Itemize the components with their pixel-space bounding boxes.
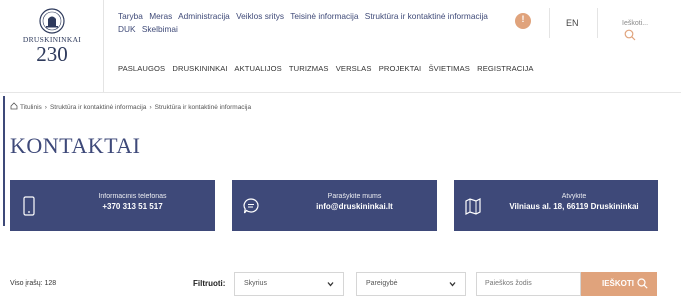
- card-label: Parašykite mums: [327, 193, 382, 200]
- breadcrumb-item[interactable]: Struktūra ir kontaktinė informacija: [50, 104, 146, 111]
- accent-bar: [3, 96, 5, 226]
- filter-label: Filtruoti:: [193, 279, 226, 288]
- top-nav-duk[interactable]: DUK: [118, 24, 136, 34]
- top-nav-veiklos-sritys[interactable]: Veiklos sritys: [236, 11, 284, 21]
- divider: [597, 8, 598, 38]
- search-button-label: IEŠKOTI: [602, 279, 635, 288]
- chevron-down-icon: [449, 282, 456, 287]
- header-bottom-border: [0, 92, 681, 93]
- logo-year: 230: [36, 42, 68, 66]
- main-nav: PASLAUGOS DRUSKININKAI AKTUALIJOS TURIZM…: [118, 64, 539, 73]
- language-switch[interactable]: EN: [566, 18, 579, 28]
- breadcrumb-separator: ›: [44, 104, 47, 111]
- top-nav-skelbimai[interactable]: Skelbimai: [142, 24, 178, 34]
- top-nav-administracija[interactable]: Administracija: [178, 11, 230, 21]
- main-nav-registracija[interactable]: REGISTRACIJA: [477, 64, 533, 73]
- department-select-value: Skyrius: [244, 280, 267, 287]
- card-value[interactable]: +370 313 51 517: [50, 202, 215, 211]
- header-search-label[interactable]: Ieškoti...: [622, 20, 648, 27]
- contact-card-address[interactable]: Atvykite Vilniaus al. 18, 66119 Druskini…: [454, 180, 658, 231]
- card-label: Atvykite: [561, 193, 587, 200]
- card-text: Parašykite mums info@druskininkai.lt: [232, 193, 437, 211]
- breadcrumb-home[interactable]: Titulinis: [20, 104, 42, 111]
- info-icon: !: [521, 14, 525, 24]
- main-nav-turizmas[interactable]: TURIZMAS: [289, 64, 329, 73]
- breadcrumb: Titulinis › Struktūra ir kontaktinė inform…: [10, 102, 251, 111]
- top-nav-teisine-informacija[interactable]: Teisinė informacija: [290, 11, 358, 21]
- page-title: KONTAKTAI: [10, 133, 141, 158]
- contact-card-phone[interactable]: Informacinis telefonas +370 313 51 517: [10, 180, 215, 231]
- department-select[interactable]: Skyrius: [234, 272, 344, 296]
- card-value[interactable]: Vilniaus al. 18, 66119 Druskininkai: [490, 202, 658, 211]
- position-select-value: Pareigybė: [366, 280, 398, 287]
- position-select[interactable]: Pareigybė: [356, 272, 466, 296]
- search-button[interactable]: IEŠKOTI: [581, 272, 657, 296]
- main-nav-druskininkai[interactable]: DRUSKININKAI: [172, 64, 227, 73]
- keyword-input[interactable]: Paieškos žodis: [476, 272, 581, 296]
- top-nav-meras[interactable]: Meras: [149, 11, 172, 21]
- emblem-icon: [39, 8, 65, 34]
- top-nav-taryba[interactable]: Taryba: [118, 11, 143, 21]
- search-icon: [637, 278, 648, 289]
- home-icon: [10, 102, 18, 110]
- site-logo[interactable]: DRUSKININKAI 230: [6, 8, 98, 74]
- total-count: Viso įrašų: 128: [10, 280, 57, 287]
- main-nav-verslas[interactable]: VERSLAS: [336, 64, 372, 73]
- search-icon[interactable]: [624, 29, 636, 41]
- card-label: Informacinis telefonas: [98, 193, 167, 200]
- card-value[interactable]: info@druskininkai.lt: [272, 202, 437, 211]
- filter-bar: Viso įrašų: 128 Filtruoti: Skyrius Parei…: [0, 272, 681, 296]
- top-nav: Taryba Meras Administracija Veiklos srit…: [118, 10, 498, 36]
- main-nav-svietimas[interactable]: ŠVIETIMAS: [428, 64, 469, 73]
- header-divider: [103, 0, 104, 92]
- breadcrumb-current: Struktūra ir kontaktinė informacija: [154, 104, 252, 111]
- top-nav-struktura[interactable]: Struktūra ir kontaktinė informacija: [365, 11, 488, 21]
- info-button[interactable]: !: [515, 13, 531, 29]
- divider: [549, 8, 550, 38]
- card-text: Atvykite Vilniaus al. 18, 66119 Druskini…: [454, 193, 658, 211]
- card-text: Informacinis telefonas +370 313 51 517: [10, 193, 215, 211]
- contact-card-email[interactable]: Parašykite mums info@druskininkai.lt: [232, 180, 437, 231]
- main-nav-aktualijos[interactable]: AKTUALIJOS: [234, 64, 281, 73]
- main-nav-projektai[interactable]: PROJEKTAI: [379, 64, 422, 73]
- breadcrumb-separator: ›: [149, 104, 152, 111]
- main-nav-paslaugos[interactable]: PASLAUGOS: [118, 64, 165, 73]
- chevron-down-icon: [327, 282, 334, 287]
